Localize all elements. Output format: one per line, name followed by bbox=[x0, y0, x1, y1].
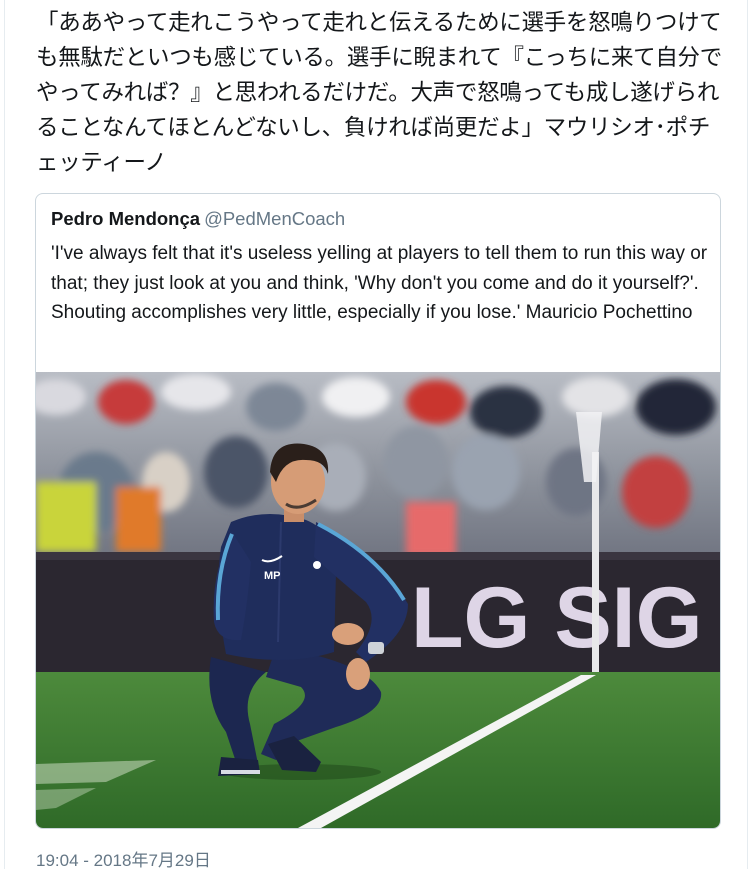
jacket-initials: MP bbox=[264, 570, 281, 582]
board-text: LG SIG bbox=[411, 570, 702, 666]
crowd-background bbox=[36, 372, 720, 562]
tweet-text: 「ああやって走れこうやって走れと伝えるために選手を怒鳴りつけても無駄だといつも感… bbox=[36, 10, 722, 176]
tweet-timestamp[interactable]: 19:04 - 2018年7月29日 bbox=[36, 846, 211, 871]
quoted-author-handle[interactable]: @PedMenCoach bbox=[204, 208, 345, 229]
left-border bbox=[4, 0, 5, 869]
quoted-tweet-card[interactable]: Pedro Mendonça @PedMenCoach 'I've always … bbox=[35, 193, 721, 829]
quoted-tweet-header: Pedro Mendonça @PedMenCoach bbox=[51, 208, 345, 230]
quoted-tweet-text: 'I've always felt that it's useless yell… bbox=[51, 243, 708, 323]
right-border bbox=[747, 0, 748, 869]
quoted-tweet-photo[interactable]: LG SIG MP bbox=[36, 372, 720, 828]
quoted-author-name[interactable]: Pedro Mendonça bbox=[51, 208, 200, 229]
